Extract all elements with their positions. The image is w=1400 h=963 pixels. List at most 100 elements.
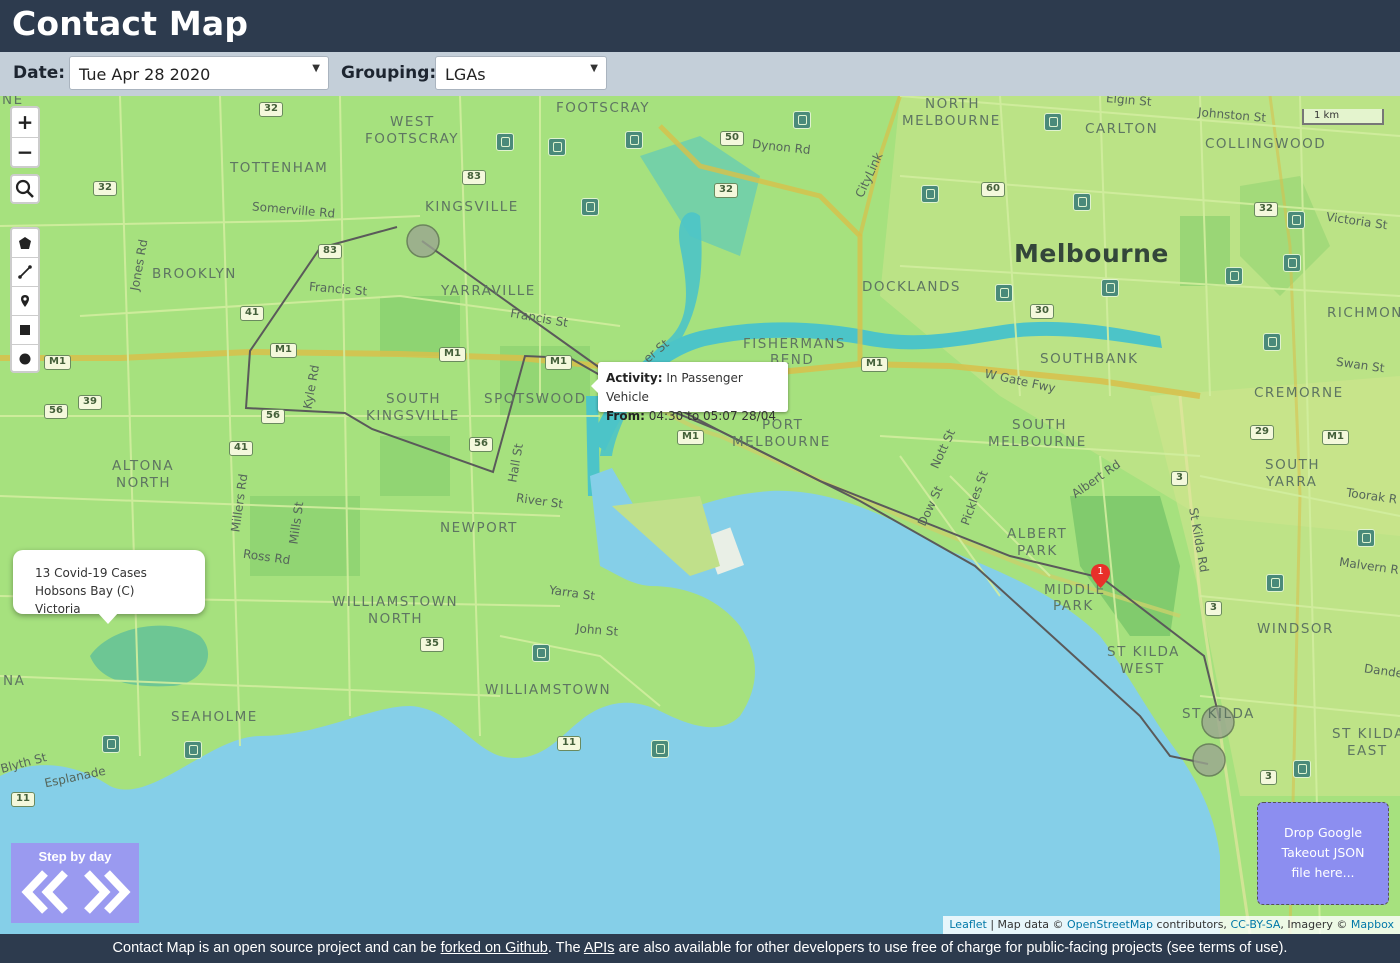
step-by-day-label: Step by day <box>38 849 112 864</box>
step-by-day-control: Step by day <box>11 843 139 923</box>
road-shield: 56 <box>261 409 285 424</box>
date-label: Date: <box>13 63 66 83</box>
chevron-down-icon: ▼ <box>312 63 320 74</box>
road-shield: 41 <box>240 306 264 321</box>
train-station-icon <box>102 735 120 753</box>
road-shield: 32 <box>714 183 738 198</box>
from-value: 04:30 to 05:07 28/04 <box>648 409 776 423</box>
footer-text: Contact Map is an open source project an… <box>112 940 441 956</box>
suburb-label: ALTONA <box>112 458 175 474</box>
chevron-right-icon <box>84 870 111 914</box>
draw-circle-button[interactable] <box>12 345 38 374</box>
controls-bar: Date: Tue Apr 28 2020 ▼ Grouping: LGAs ▼ <box>0 52 1400 96</box>
map-search-button[interactable] <box>10 174 40 204</box>
draw-polygon-button[interactable] <box>12 229 38 258</box>
license-link[interactable]: CC-BY-SA <box>1230 918 1280 931</box>
road-shield: M1 <box>44 355 71 370</box>
train-station-icon <box>1357 529 1375 547</box>
road-shield: M1 <box>545 355 572 370</box>
leaflet-link[interactable]: Leaflet <box>949 918 986 931</box>
polyline-icon <box>18 265 32 279</box>
takeout-drop-zone[interactable]: Drop Google Takeout JSON file here... <box>1257 802 1389 905</box>
road-shield: 56 <box>469 437 493 452</box>
footer-text: . The <box>547 940 584 956</box>
attribution-text: , Imagery © <box>1280 918 1351 931</box>
train-station-icon <box>921 185 939 203</box>
train-station-icon <box>548 138 566 156</box>
zoom-in-button[interactable]: + <box>12 108 38 137</box>
activity-tooltip: Activity: In Passenger Vehicle From: 04:… <box>591 362 788 423</box>
draw-marker-button[interactable] <box>12 287 38 316</box>
train-station-icon <box>1263 333 1281 351</box>
grouping-select[interactable]: LGAs ▼ <box>435 56 607 90</box>
attribution-text: contributors, <box>1153 918 1231 931</box>
road-shield: 39 <box>78 395 102 410</box>
circle-icon <box>19 353 31 365</box>
suburb-label: WILLIAMSTOWN <box>332 594 459 610</box>
polygon-icon <box>19 237 31 249</box>
step-arrows <box>21 870 131 914</box>
suburb-label: BROOKLYN <box>152 266 237 282</box>
road-shield: 3 <box>1171 471 1188 486</box>
mapbox-link[interactable]: Mapbox <box>1351 918 1394 931</box>
suburb-label: YARRAVILLE <box>441 283 536 299</box>
road-shield: 32 <box>259 102 283 117</box>
suburb-label: CREMORNE <box>1254 385 1344 401</box>
road-shield: 56 <box>44 404 68 419</box>
train-station-icon <box>625 131 643 149</box>
cases-count: 13 Covid-19 Cases <box>35 566 147 580</box>
github-link[interactable]: forked on Github <box>441 940 548 956</box>
previous-day-button[interactable] <box>21 870 68 914</box>
draw-polyline-button[interactable] <box>12 258 38 287</box>
cases-popup[interactable]: 13 Covid-19 Cases Hobsons Bay (C) Victor… <box>13 550 205 624</box>
map-attribution: Leaflet | Map data © OpenStreetMap contr… <box>943 916 1400 934</box>
train-station-icon <box>1073 193 1091 211</box>
page-footer: Contact Map is an open source project an… <box>0 934 1400 963</box>
activity-label: Activity: <box>606 371 663 385</box>
road-shield: M1 <box>677 430 704 445</box>
train-station-icon <box>1266 574 1284 592</box>
osm-link[interactable]: OpenStreetMap <box>1067 918 1153 931</box>
suburb-label: FISHERMANS <box>743 336 846 352</box>
train-station-icon <box>995 284 1013 302</box>
road-shield: M1 <box>861 357 888 372</box>
road-shield: 50 <box>720 131 744 146</box>
train-station-icon <box>793 111 811 129</box>
grouping-value: LGAs <box>445 65 486 84</box>
suburb-label: SPOTSWOOD <box>484 391 587 407</box>
suburb-label: ALBERT <box>1007 526 1068 542</box>
train-station-icon <box>1283 254 1301 272</box>
date-value: Tue Apr 28 2020 <box>79 65 211 84</box>
next-day-button[interactable] <box>84 870 131 914</box>
draw-rectangle-button[interactable] <box>12 316 38 345</box>
suburb-label: PARK <box>1053 598 1094 614</box>
road-shield: 83 <box>318 244 342 259</box>
page-title: Contact Map <box>12 4 249 43</box>
road-shield: 30 <box>1030 304 1054 319</box>
road-shield: 41 <box>229 441 253 456</box>
zoom-out-button[interactable]: − <box>12 137 38 166</box>
suburb-label: ST KILDA <box>1182 706 1255 722</box>
chevron-left-icon <box>41 870 68 914</box>
suburb-label: SOUTH <box>1012 417 1067 433</box>
suburb-label: WEST <box>390 114 435 130</box>
road-shield: M1 <box>270 343 297 358</box>
train-station-icon <box>532 644 550 662</box>
cluster-marker[interactable]: 1 <box>1090 564 1111 588</box>
suburb-label: WINDSOR <box>1257 621 1334 637</box>
city-label: Melbourne <box>1014 239 1169 268</box>
apis-link[interactable]: APIs <box>584 940 615 956</box>
map-canvas[interactable]: FOOTSCRAY WEST FOOTSCRAY TOTTENHAM KINGS… <box>0 96 1400 934</box>
draw-toolbar <box>10 227 40 373</box>
suburb-label: PARK <box>1017 543 1058 559</box>
zoom-control: + − <box>10 106 40 168</box>
road-shield: 11 <box>557 736 581 751</box>
suburb-label: FOOTSCRAY <box>556 100 651 116</box>
train-station-icon <box>1287 211 1305 229</box>
road-shield: M1 <box>1322 430 1349 445</box>
date-select[interactable]: Tue Apr 28 2020 ▼ <box>69 56 329 90</box>
map-pin-icon <box>21 295 29 307</box>
suburb-label: EAST <box>1347 743 1388 759</box>
suburb-label: DOCKLANDS <box>862 279 961 295</box>
suburb-label: TOTTENHAM <box>230 160 329 176</box>
